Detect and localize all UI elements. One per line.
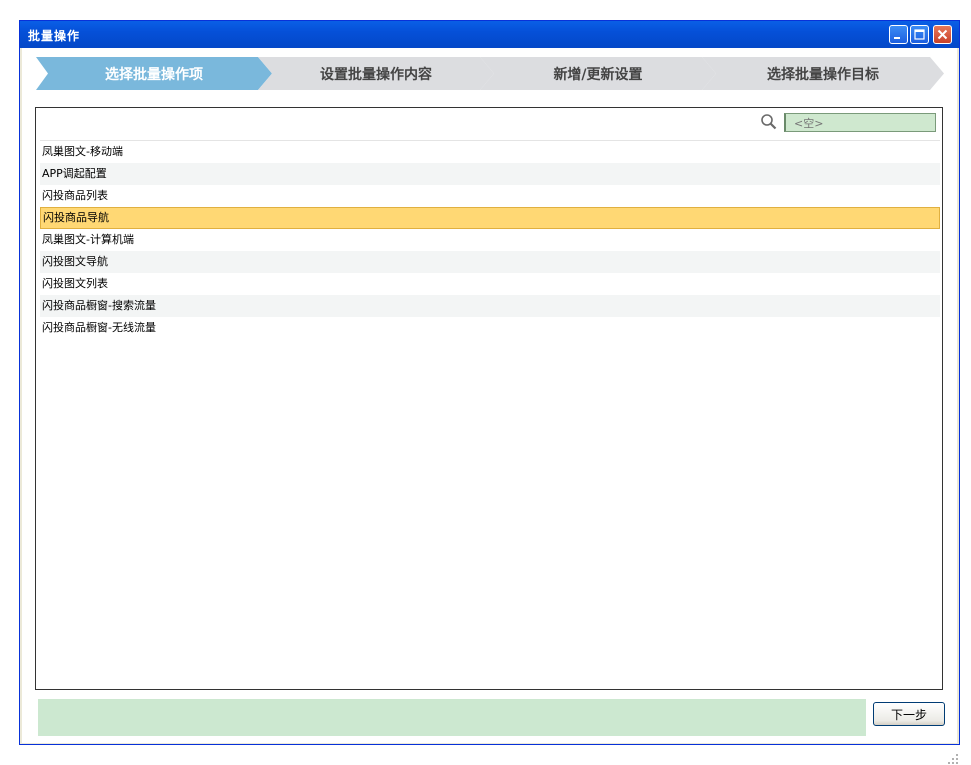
next-step-button[interactable]: 下一步: [873, 702, 945, 726]
step-label: 新增/更新设置: [553, 66, 643, 83]
resize-grip-icon[interactable]: [947, 753, 959, 765]
list-item[interactable]: APP调起配置: [40, 163, 940, 185]
step-select-target[interactable]: 选择批量操作目标: [702, 57, 944, 90]
wizard-steps: 选择批量操作项 设置批量操作内容 新增/更新设置 选择批量操作目标: [36, 57, 944, 90]
step-label: 选择批量操作目标: [767, 66, 879, 83]
status-bar: [38, 699, 866, 736]
item-list-panel: 凤巢图文-移动端 APP调起配置 闪投商品列表 闪投商品导航 凤巢图文-计算机端…: [35, 107, 943, 690]
search-icon[interactable]: [760, 113, 778, 131]
close-button[interactable]: [933, 25, 952, 44]
step-select-items[interactable]: 选择批量操作项: [36, 57, 272, 90]
item-list: 凤巢图文-移动端 APP调起配置 闪投商品列表 闪投商品导航 凤巢图文-计算机端…: [40, 140, 940, 339]
step-set-content[interactable]: 设置批量操作内容: [258, 57, 494, 90]
list-item[interactable]: 闪投商品列表: [40, 185, 940, 207]
list-item[interactable]: 闪投图文导航: [40, 251, 940, 273]
window-content: 选择批量操作项 设置批量操作内容 新增/更新设置 选择批量操作目标 <空> 凤巢…: [22, 48, 958, 764]
maximize-button[interactable]: [910, 25, 929, 44]
list-item-selected[interactable]: 闪投商品导航: [40, 207, 940, 229]
step-add-update[interactable]: 新增/更新设置: [480, 57, 716, 90]
step-label: 设置批量操作内容: [320, 66, 432, 83]
list-item[interactable]: 凤巢图文-计算机端: [40, 229, 940, 251]
batch-operation-window: 批量操作 选择批量操作项 设置批量操作内容 新增/更新设置 选择批量操作目标 <…: [19, 20, 960, 764]
maximize-icon: [914, 29, 925, 40]
window-title: 批量操作: [28, 29, 81, 43]
search-input[interactable]: [784, 113, 936, 132]
minimize-icon: [894, 37, 900, 39]
list-item[interactable]: 闪投商品橱窗-搜索流量: [40, 295, 940, 317]
list-item[interactable]: 凤巢图文-移动端: [40, 141, 940, 163]
title-bar[interactable]: 批量操作: [20, 21, 959, 48]
list-item[interactable]: 闪投商品橱窗-无线流量: [40, 317, 940, 339]
list-item[interactable]: 闪投图文列表: [40, 273, 940, 295]
close-icon: [937, 29, 948, 40]
minimize-button[interactable]: [889, 25, 908, 44]
step-label: 选择批量操作项: [105, 66, 203, 83]
